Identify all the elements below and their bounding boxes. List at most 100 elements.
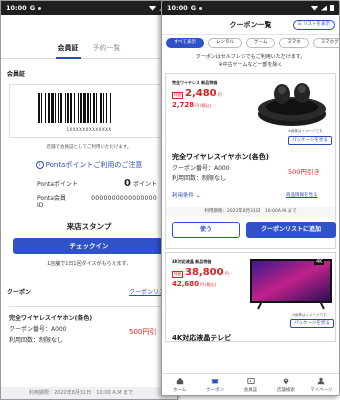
signal-icon (321, 5, 327, 11)
coupon-category: 4K対応液晶 新品特価 (172, 259, 212, 264)
ponta-notice-label: Pontaポイントご利用のご注意 (45, 161, 143, 169)
add-to-coupon-list-button[interactable]: クーポンリストに追加 (246, 222, 336, 238)
coupon-number: クーポン番号：A000 (172, 165, 230, 172)
price-sub-unit: 円 (195, 103, 200, 108)
status-bar: 10:00 G (1, 1, 177, 15)
tax-note: (税込) (200, 103, 212, 108)
coupon-heading: クーポン (7, 289, 32, 296)
terms-label: 利用条件 (172, 193, 195, 199)
member-card-icon (246, 378, 255, 384)
nav-mypage[interactable]: マイページ (304, 374, 339, 395)
barcode-image (38, 93, 146, 123)
nav-home-label: ホーム (173, 388, 187, 393)
tab-member-card[interactable]: 会員証 (55, 43, 81, 59)
sale-price: 特価 38,800 円 (172, 267, 229, 278)
nav-store-search[interactable]: 店舗検索 (268, 374, 303, 395)
price-main: 38,800 (185, 267, 224, 278)
info-icon: i (35, 161, 44, 169)
use-coupon-button[interactable]: 使う (172, 222, 240, 238)
wifi-icon (149, 5, 156, 11)
tab-reservations[interactable]: 予約一覧 (93, 43, 121, 53)
app-header: クーポン一覧 ☰ リストを表示 (162, 15, 339, 35)
ponta-notice-link[interactable]: i Pontaポイントご利用のご注意 (1, 160, 177, 170)
coupon-category: 完全ワイヤレス 新品特価 (172, 80, 218, 85)
price-main-unit: 円 (224, 271, 229, 276)
chip-smartphone-goods[interactable]: スマホグッズ (312, 38, 339, 48)
battery-icon (330, 5, 334, 11)
coupon-icon (211, 379, 219, 384)
terms-link[interactable]: 利用条件 ⌄ (172, 191, 200, 199)
price-main: 2,480 (185, 88, 217, 99)
nav-member-card[interactable]: 会員証 (233, 374, 268, 395)
ponta-id-row: Ponta会員ID 0000000000000000 (37, 193, 157, 209)
coupon-period-partial: 利用期限：2022年8月31日 10:00 A.M まで (1, 387, 177, 399)
product-name: 4K対応液晶テレビ (172, 334, 232, 342)
nav-member-label: 会員証 (243, 388, 258, 393)
category-filter: すべて表示 レンタル ゲーム スマホ スマホグッズ (162, 35, 339, 51)
ponta-id-value: 0000000000000000 (91, 195, 157, 202)
member-tabs: 会員証 予約一覧 (1, 43, 177, 59)
image-note: ※画像はイメージです。 (292, 313, 330, 317)
sale-price-with-tax: 2,728 円 (税込) (172, 101, 211, 109)
status-bar: 10:00 G (162, 1, 339, 15)
price-sub: 42,680 (172, 280, 200, 288)
nav-home[interactable]: ホーム (162, 374, 197, 395)
location-pin-icon (283, 378, 289, 385)
tax-note: (税込) (205, 282, 217, 287)
coupon-limit: 利用回数：制限なし (172, 175, 227, 182)
member-card-screen: 10:00 G 会員証 予約一覧 会員証 1XXXXXXXXXXXXX 店舗で会… (0, 0, 178, 400)
coupon-title: 完全ワイヤレスイヤホン(各色) (9, 315, 93, 322)
view-package-button[interactable]: パッケージを見る (290, 319, 334, 328)
google-icon: G (190, 4, 197, 12)
notification-dot-icon (38, 6, 42, 10)
price-tag: 特価 (172, 271, 183, 278)
notice-line-1: クーポンはセルフレジでもご利用いただけます。 (195, 54, 306, 60)
coupon-card[interactable]: 完全ワイヤレス 新品特価 特価 2,480 円 2,728 円 (税込) ※画像… (165, 73, 336, 249)
image-note: ※画像はイメージです。 (288, 129, 326, 133)
ponta-points-row: Pontaポイント 0 ポイント (37, 178, 157, 189)
google-icon: G (29, 4, 36, 12)
ponta-points-label: Pontaポイント (37, 181, 78, 188)
view-package-button[interactable]: パッケージを見る (288, 136, 332, 145)
coupon-card-partial[interactable]: 完全ワイヤレスイヤホン(各色) クーポン番号：A000 利用回数：制限なし 50… (9, 306, 177, 352)
coupon-discount: 500円引き (288, 168, 320, 176)
chip-all[interactable]: すべて表示 (166, 38, 205, 48)
nav-mypage-label: マイページ (310, 388, 333, 393)
sale-price-with-tax: 42,680 円 (税込) (172, 280, 216, 288)
stamp-note: 1店舗で1日1回ダイスがもらえます。 (47, 261, 131, 267)
self-checkout-notice: クーポンはセルフレジでもご利用いただけます。 ※中古ゲームなど一部を除く (162, 53, 339, 69)
price-sub: 2,728 (172, 101, 195, 109)
member-card-label: 会員証 (7, 71, 26, 78)
home-icon (176, 377, 183, 385)
notice-line-2: ※中古ゲームなど一部を除く (218, 62, 283, 68)
notification-dot-icon (199, 6, 203, 10)
wifi-icon (311, 5, 318, 11)
chip-game[interactable]: ゲーム (246, 38, 276, 48)
nav-coupon-label: クーポン (206, 388, 225, 393)
coupon-period: 利用期限：2022年8月31日 10:00A.M.まで (166, 207, 335, 217)
chip-rental[interactable]: レンタル (208, 38, 243, 48)
ponta-id-label: Ponta会員ID (37, 195, 66, 209)
product-detail-link[interactable]: 商品情報を見る (286, 192, 318, 198)
coupon-card[interactable]: 4K対応液晶 新品特価 特価 38,800 円 42,680 円 (税込) 4K… (165, 252, 336, 342)
barcode-number: 1XXXXXXXXXXXXX (66, 127, 112, 132)
ponta-points-unit: ポイント (132, 181, 157, 188)
coupon-discount: 500円引 (129, 328, 157, 336)
show-list-button[interactable]: ☰ リストを表示 (292, 20, 335, 30)
ponta-points-value: 0 (124, 178, 131, 189)
tv-image (250, 259, 332, 310)
price-main-unit: 円 (217, 92, 222, 97)
status-time: 10:00 (6, 4, 27, 12)
show-list-label: リストを表示 (303, 22, 330, 27)
bottom-navigation: ホーム クーポン 会員証 店舗検索 マイページ (162, 373, 339, 395)
earbuds-image (258, 83, 326, 126)
barcode-note: 店舗で会員証としてご利用いただけます。 (46, 145, 132, 150)
price-sub-unit: 円 (200, 282, 205, 287)
4k-badge: 4K (314, 259, 325, 265)
barcode-card: 1XXXXXXXXXXXXX (9, 84, 169, 138)
nav-coupon[interactable]: クーポン (197, 374, 232, 395)
chip-smartphone[interactable]: スマホ (279, 38, 309, 48)
status-time: 10:00 (167, 4, 188, 12)
checkin-button[interactable]: チェックイン (13, 238, 165, 254)
coupon-list-screen: 10:00 G クーポン一覧 ☰ リストを表示 すべて表示 レンタル ゲーム ス… (161, 0, 340, 396)
